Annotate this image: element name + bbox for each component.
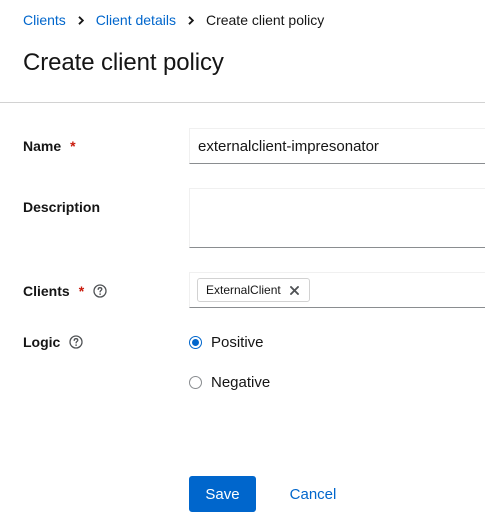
name-label: Name — [23, 138, 62, 154]
breadcrumb-link-client-details[interactable]: Client details — [96, 11, 176, 29]
close-icon-glyph — [290, 285, 300, 295]
clients-label: Clients — [23, 283, 70, 299]
close-icon[interactable] — [289, 284, 301, 296]
breadcrumb: Clients Client details Create client pol… — [23, 11, 324, 29]
logic-label-group: Logic — [23, 333, 83, 351]
logic-label: Logic — [23, 334, 61, 350]
chevron-right-icon — [78, 15, 84, 25]
name-label-group: Name * — [23, 137, 76, 155]
cancel-button[interactable]: Cancel — [274, 476, 352, 512]
description-input[interactable] — [189, 188, 485, 248]
help-icon[interactable] — [93, 284, 107, 298]
radio-negative[interactable] — [189, 376, 202, 389]
save-button[interactable]: Save — [189, 476, 256, 512]
chevron-right-icon — [188, 15, 194, 25]
logic-option-label: Positive — [211, 334, 264, 351]
description-label-group: Description — [23, 198, 100, 216]
help-icon[interactable] — [69, 335, 83, 349]
name-input[interactable] — [189, 128, 485, 164]
logic-option-negative[interactable]: Negative — [189, 374, 270, 391]
radio-positive[interactable] — [189, 336, 202, 349]
logic-option-label: Negative — [211, 374, 271, 391]
required-indicator: * — [78, 283, 85, 299]
clients-label-group: Clients * — [23, 282, 107, 300]
breadcrumb-link-clients[interactable]: Clients — [23, 11, 66, 29]
client-chip-label: ExternalClient — [206, 283, 281, 297]
clients-select[interactable]: ExternalClient — [189, 272, 485, 308]
header-divider — [0, 102, 485, 103]
client-chip: ExternalClient — [197, 278, 310, 302]
page-title: Create client policy — [23, 49, 224, 76]
description-label: Description — [23, 199, 101, 215]
required-indicator: * — [70, 138, 76, 154]
breadcrumb-current: Create client policy — [205, 12, 325, 28]
logic-option-positive[interactable]: Positive — [189, 334, 264, 351]
